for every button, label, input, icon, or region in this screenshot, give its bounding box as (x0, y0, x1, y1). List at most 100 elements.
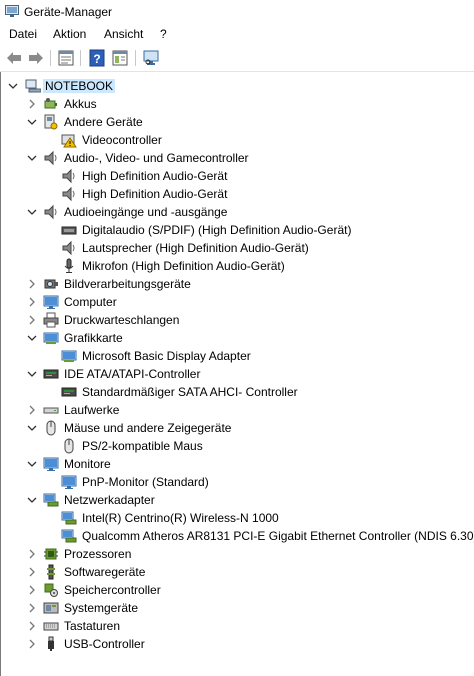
chevron-down-icon[interactable] (26, 422, 38, 434)
tree-device-row[interactable]: PS/2-kompatible Maus (1, 437, 474, 455)
tree-node-label: Monitore (64, 457, 111, 471)
tree-device-row[interactable]: Microsoft Basic Display Adapter (1, 347, 474, 365)
menu-bar: Datei Aktion Ansicht ? (0, 24, 474, 44)
chevron-right-icon[interactable] (26, 98, 38, 110)
tree-device-row[interactable]: PnP-Monitor (Standard) (1, 473, 474, 491)
tree-device-row[interactable]: Lautsprecher (High Definition Audio-Gerä… (1, 239, 474, 257)
tree-node-label: PS/2-kompatible Maus (82, 439, 203, 453)
menu-datei[interactable]: Datei (9, 27, 37, 41)
chevron-down-icon[interactable] (26, 152, 38, 164)
tree-category-row[interactable]: Tastaturen (1, 617, 474, 635)
monitor-icon (43, 457, 59, 471)
tree-category-row[interactable]: Netzwerkadapter (1, 491, 474, 509)
tree-category-row[interactable]: Mäuse und andere Zeigegeräte (1, 419, 474, 437)
tree-device-row[interactable]: Videocontroller (1, 131, 474, 149)
chevron-right-icon[interactable] (26, 584, 38, 596)
tree-device-row[interactable]: Digitalaudio (S/PDIF) (High Definition A… (1, 221, 474, 239)
tree-category-row[interactable]: Systemgeräte (1, 599, 474, 617)
tree-node-label: Prozessoren (64, 547, 132, 561)
network-adapter-icon (61, 529, 77, 543)
help-icon[interactable]: ? (88, 49, 106, 67)
chevron-down-icon[interactable] (26, 494, 38, 506)
chevron-down-icon[interactable] (26, 116, 38, 128)
tree-node-label: Tastaturen (64, 619, 121, 633)
tree-node-label: Audio-, Video- und Gamecontroller (64, 151, 249, 165)
chevron-down-icon[interactable] (26, 206, 38, 218)
tree-category-row[interactable]: Computer (1, 293, 474, 311)
tree-device-row[interactable]: High Definition Audio-Gerät (1, 167, 474, 185)
chevron-right-icon[interactable] (26, 296, 38, 308)
view-details-icon[interactable] (111, 49, 129, 67)
tree-node-label: High Definition Audio-Gerät (82, 187, 228, 201)
display-adapter-icon (61, 350, 77, 362)
cpu-icon (44, 548, 58, 560)
chevron-down-icon[interactable] (26, 368, 38, 380)
printer-icon (43, 312, 59, 328)
chevron-down-icon[interactable] (7, 80, 19, 92)
chevron-right-icon[interactable] (26, 620, 38, 632)
tree-category-row[interactable]: Speichercontroller (1, 581, 474, 599)
tree-category-row[interactable]: USB-Controller (1, 635, 474, 653)
software-device-icon (47, 564, 55, 580)
tree-category-row[interactable]: Grafikkarte (1, 329, 474, 347)
tree-device-row[interactable]: Mikrofon (High Definition Audio-Gerät) (1, 257, 474, 275)
tree-device-row[interactable]: Standardmäßiger SATA AHCI- Controller (1, 383, 474, 401)
menu-help[interactable]: ? (160, 27, 167, 41)
chevron-right-icon[interactable] (26, 638, 38, 650)
tree-device-row[interactable]: Qualcomm Atheros AR8131 PCI-E Gigabit Et… (1, 527, 474, 545)
tree-category-row[interactable]: Prozessoren (1, 545, 474, 563)
chevron-down-icon[interactable] (26, 458, 38, 470)
tree-category-row[interactable]: IDE ATA/ATAPI-Controller (1, 365, 474, 383)
digital-audio-icon (61, 226, 77, 235)
battery-icon (44, 98, 57, 109)
tree-category-row[interactable]: Laufwerke (1, 401, 474, 419)
menu-aktion[interactable]: Aktion (53, 27, 86, 41)
tree-node-label: USB-Controller (64, 637, 145, 651)
tree-device-row[interactable]: Intel(R) Centrino(R) Wireless-N 1000 (1, 509, 474, 527)
menu-ansicht[interactable]: Ansicht (104, 27, 143, 41)
chevron-right-icon[interactable] (26, 602, 38, 614)
scan-hardware-icon[interactable] (142, 49, 160, 67)
chevron-right-icon[interactable] (26, 404, 38, 416)
tree-node-label: Audioeingänge und -ausgänge (64, 205, 228, 219)
system-device-icon (43, 602, 59, 614)
toolbar-separator (50, 50, 51, 66)
speaker-icon (44, 204, 57, 220)
tree-node-label: Microsoft Basic Display Adapter (82, 349, 251, 363)
camera-icon (44, 279, 58, 289)
tree-category-row[interactable]: Softwaregeräte (1, 563, 474, 581)
network-adapter-icon (43, 493, 59, 507)
tree-category-row[interactable]: Andere Geräte (1, 113, 474, 131)
chevron-right-icon[interactable] (26, 566, 38, 578)
chevron-right-icon[interactable] (26, 548, 38, 560)
usb-icon (48, 636, 54, 651)
tree-category-row[interactable]: Akkus (1, 95, 474, 113)
tree-node-label: Digitalaudio (S/PDIF) (High Definition A… (82, 223, 352, 237)
tree-category-row[interactable]: Druckwarteschlangen (1, 311, 474, 329)
chevron-down-icon[interactable] (26, 332, 38, 344)
network-adapter-icon (61, 511, 77, 525)
other-devices-icon (44, 114, 58, 130)
tree-node-label: Intel(R) Centrino(R) Wireless-N 1000 (82, 511, 279, 525)
chevron-right-icon[interactable] (26, 314, 38, 326)
tree-category-row[interactable]: Audio-, Video- und Gamecontroller (1, 149, 474, 167)
tree-root-row[interactable]: NOTEBOOK (1, 77, 474, 95)
tree-node-label: IDE ATA/ATAPI-Controller (64, 367, 201, 381)
tree-node-label: Netzwerkadapter (64, 493, 155, 507)
tree-category-row[interactable]: Bildverarbeitungsgeräte (1, 275, 474, 293)
chevron-right-icon[interactable] (26, 278, 38, 290)
tree-category-row[interactable]: Monitore (1, 455, 474, 473)
forward-arrow-icon[interactable] (27, 49, 45, 67)
device-tree: NOTEBOOK Akkus Andere Geräte Videocontroll… (0, 72, 474, 676)
back-arrow-icon[interactable] (5, 49, 23, 67)
tree-node-label: Mäuse und andere Zeigegeräte (64, 421, 232, 435)
window-title: Geräte-Manager (24, 5, 113, 19)
tree-node-label: Computer (64, 295, 117, 309)
properties-icon[interactable] (57, 49, 75, 67)
tree-node-label: Grafikkarte (64, 331, 123, 345)
tree-device-row[interactable]: High Definition Audio-Gerät (1, 185, 474, 203)
svg-text:?: ? (93, 52, 100, 66)
tree-node-label: Qualcomm Atheros AR8131 PCI-E Gigabit Et… (82, 529, 474, 543)
tree-root-label: NOTEBOOK (43, 79, 116, 93)
tree-category-row[interactable]: Audioeingänge und -ausgänge (1, 203, 474, 221)
